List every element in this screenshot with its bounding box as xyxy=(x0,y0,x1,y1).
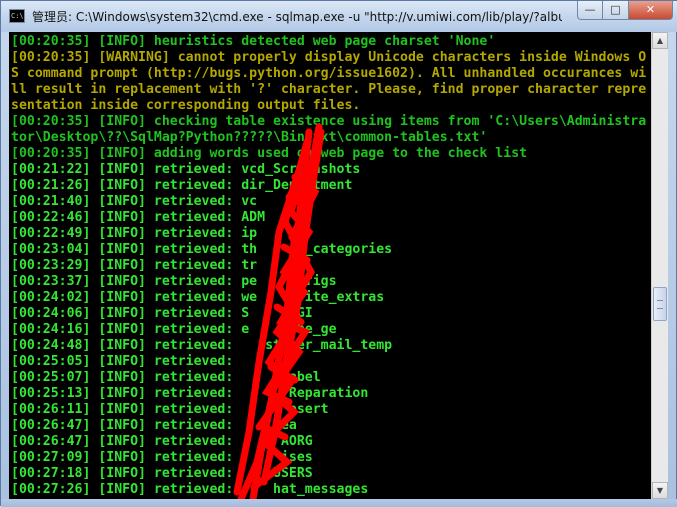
scroll-up-arrow-icon[interactable]: ▲ xyxy=(652,32,668,49)
scrollbar-thumb[interactable] xyxy=(653,287,667,321)
console-line: [00:24:02] [INFO] retrieved: we ite_extr… xyxy=(11,290,385,305)
console-window: C:\ 管理员: C:\Windows\system32\cmd.exe - s… xyxy=(0,0,677,507)
minimize-button[interactable]: — xyxy=(577,1,603,20)
close-button[interactable]: ✕ xyxy=(629,1,673,20)
console-line: ll result in replacement with '?' charac… xyxy=(11,82,647,97)
window-controls: — □ ✕ xyxy=(577,1,673,21)
maximize-button[interactable]: □ xyxy=(603,1,629,20)
console-line: [00:20:35] [WARNING] cannot properly dis… xyxy=(11,50,647,65)
console-line: [00:24:16] [INFO] retrieved: e be_ge xyxy=(11,322,337,337)
console-line: [00:21:26] [INFO] retrieved: dir_Departm… xyxy=(11,178,353,193)
console-line: [00:26:11] [INFO] retrieved: esert xyxy=(11,402,329,417)
console-line: [00:26:47] [INFO] retrieved: ea xyxy=(11,418,297,433)
console-line: [00:24:48] [INFO] retrieved: stomer_mail… xyxy=(11,338,393,353)
console-line: S command prompt (http://bugs.python.org… xyxy=(11,66,647,81)
console-line: [00:23:04] [INFO] retrieved: th _categor… xyxy=(11,242,393,257)
console-line: [00:27:18] [INFO] retrieved: LUSERS xyxy=(11,466,313,481)
console-line: tor\Desktop\??\SqlMap?Python?????\Bin\tx… xyxy=(11,130,488,145)
window-title: 管理员: C:\Windows\system32\cmd.exe - sqlma… xyxy=(32,10,562,24)
console-line: [00:24:06] [INFO] retrieved: S GI xyxy=(11,306,313,321)
console-line: [00:25:05] [INFO] retrieved: xyxy=(11,354,234,369)
cmd-app-icon[interactable]: C:\ xyxy=(9,9,25,23)
console-line: [00:27:26] [INFO] retrieved: hat_message… xyxy=(11,482,369,497)
console-line: [00:21:22] [INFO] retrieved: vcd_Screens… xyxy=(11,162,361,177)
scroll-down-arrow-icon[interactable]: ▼ xyxy=(652,482,668,499)
console-line: [00:27:09] [INFO] retrieved: ises xyxy=(11,450,313,465)
console-line: [00:20:35] [INFO] heuristics detected we… xyxy=(11,34,496,49)
console-line: sentation inside corresponding output fi… xyxy=(11,98,361,113)
console-line: [00:25:07] [INFO] retrieved: abel xyxy=(11,370,321,385)
console-line: [00:22:46] [INFO] retrieved: ADM xyxy=(11,210,266,225)
console-line: [00:22:49] [INFO] retrieved: ip xyxy=(11,226,258,241)
console-line: [00:23:29] [INFO] retrieved: tr xyxy=(11,258,258,273)
console-output[interactable]: [00:20:35] [INFO] heuristics detected we… xyxy=(9,32,651,499)
console-line: [00:20:35] [INFO] checking table existen… xyxy=(11,114,647,129)
console-line: [00:25:13] [INFO] retrieved: Reparation xyxy=(11,386,369,401)
vertical-scrollbar[interactable]: ▲ ▼ xyxy=(651,32,668,499)
console-line: [00:20:35] [INFO] adding words used on w… xyxy=(11,146,528,161)
title-bar[interactable]: C:\ 管理员: C:\Windows\system32\cmd.exe - s… xyxy=(1,1,677,32)
console-line: [00:26:47] [INFO] retrieved: AORG xyxy=(11,434,313,449)
console-line: [00:23:37] [INFO] retrieved: pe figs xyxy=(11,274,337,289)
console-line: [00:21:40] [INFO] retrieved: vc xyxy=(11,194,258,209)
